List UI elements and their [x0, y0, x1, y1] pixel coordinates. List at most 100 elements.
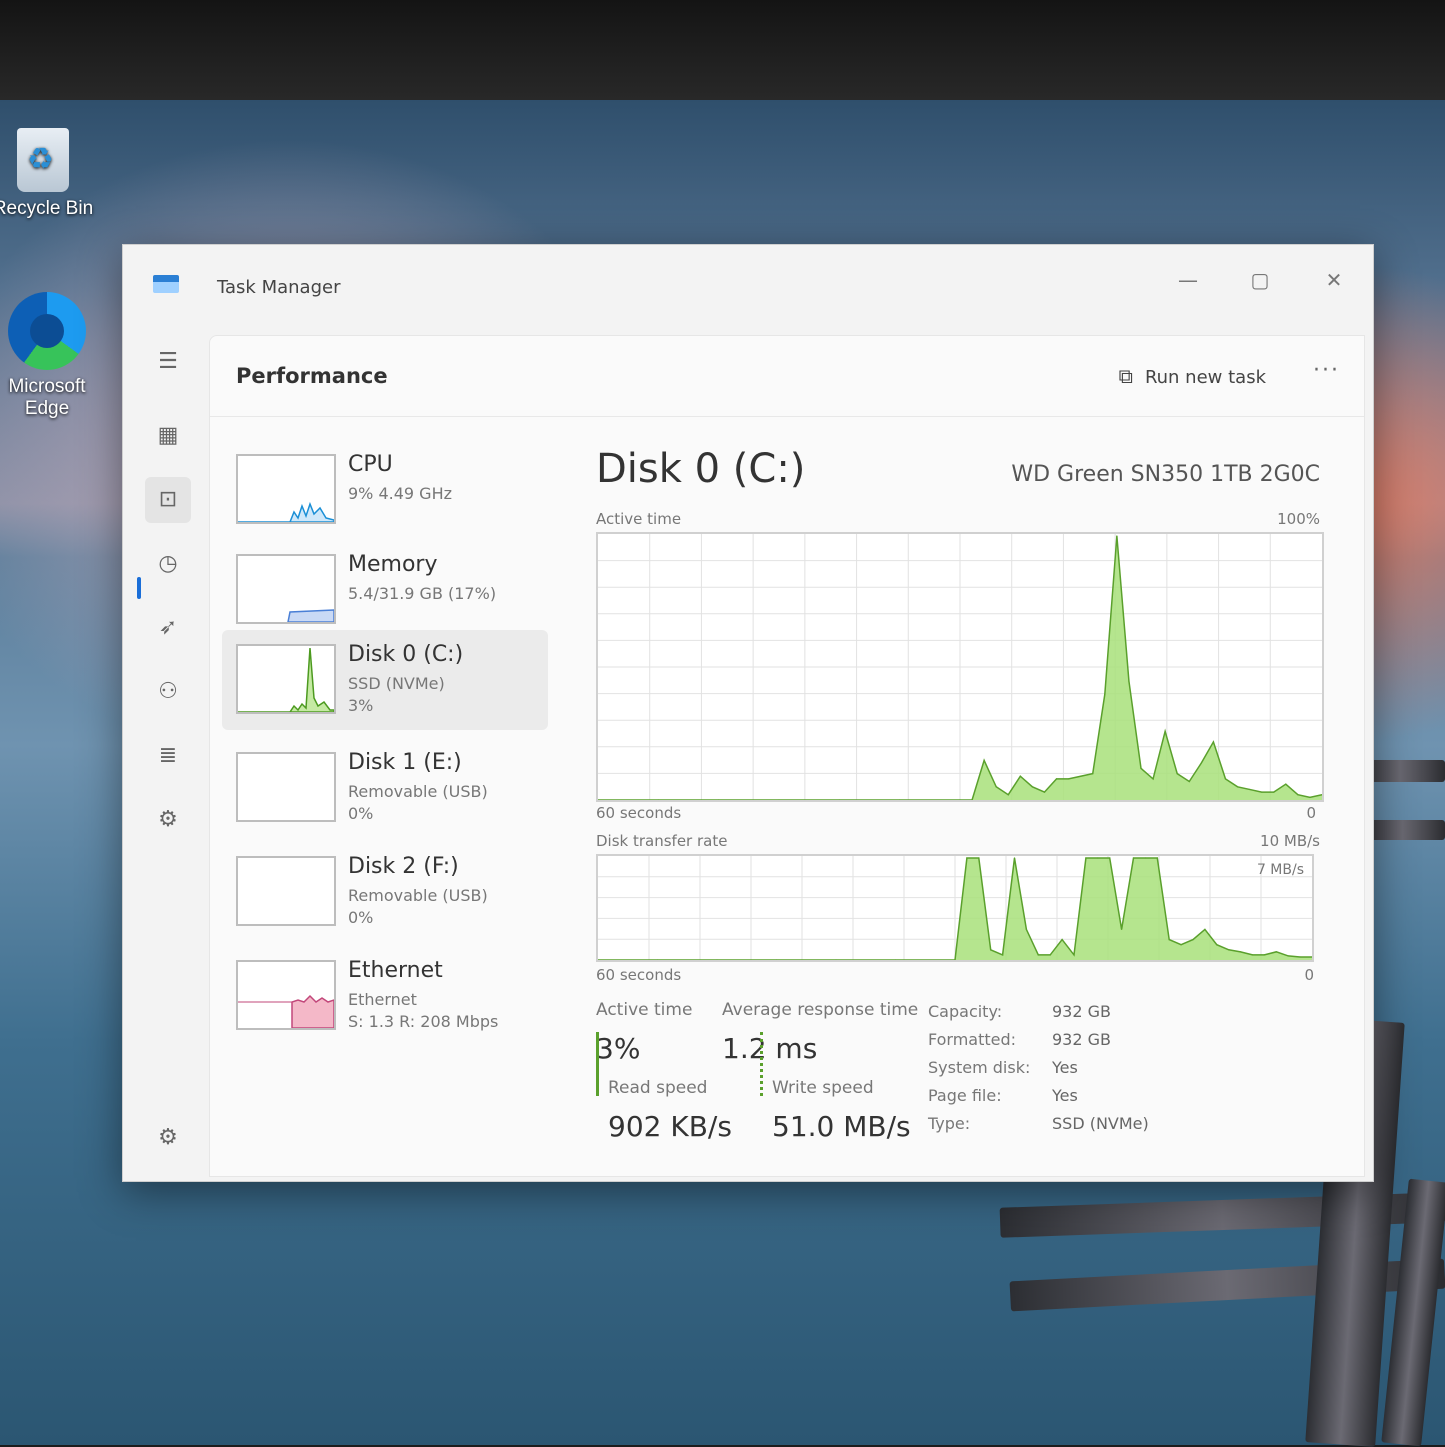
transfer-mid-label: 7 MB/s: [1256, 862, 1304, 878]
transfer-rate-chart-svg: [597, 856, 1313, 961]
device-throughput: S: 1.3 R: 208 Mbps: [348, 1012, 499, 1031]
maximize-button[interactable]: ▢: [1235, 263, 1285, 297]
desktop-icon-label: Microsoft Edge: [8, 376, 86, 419]
system-disk-label: System disk:: [928, 1058, 1031, 1077]
transfer-graph-label: Disk transfer rate: [596, 832, 728, 850]
disk-1-thumbnail-graph: [236, 752, 336, 822]
device-usage: 3%: [348, 696, 374, 715]
transfer-rate-point: [1180, 944, 1182, 946]
read-speed-value: 902 KB/s: [608, 1110, 732, 1143]
transfer-rate-point: [1073, 954, 1075, 956]
page-header: Performance ⧉ Run new task ···: [210, 336, 1364, 417]
device-name: Disk 2 (F:): [348, 854, 459, 879]
performance-pane: Performance ⧉ Run new task ··· CPU 9% 4.4…: [209, 335, 1365, 1177]
memory-thumbnail-graph: [236, 554, 336, 624]
performance-icon[interactable]: ⊡: [145, 477, 191, 523]
active-time-point: [1297, 794, 1299, 796]
transfer-rate-point: [1192, 939, 1194, 941]
active-time-graph: [596, 532, 1324, 802]
transfer-rate-point: [1097, 857, 1099, 859]
active-time-point: [1019, 775, 1021, 777]
cpu-thumbnail-graph: [236, 454, 336, 524]
device-item-memory[interactable]: Memory 5.4/31.9 GB (17%): [222, 540, 548, 640]
device-list: CPU 9% 4.49 GHz Memory 5.4/31.9 GB (17%)…: [210, 420, 550, 1160]
hamburger-menu-icon[interactable]: ☰: [145, 339, 191, 385]
active-time-point: [1176, 773, 1178, 775]
active-time-point: [1224, 778, 1227, 780]
detail-title: Disk 0 (C:): [596, 446, 806, 492]
device-item-disk-2[interactable]: Disk 2 (F:) Removable (USB) 0%: [222, 842, 548, 942]
active-time-point: [1068, 778, 1070, 780]
active-time-point: [1152, 778, 1154, 780]
active-time-point: [1043, 791, 1046, 793]
services-icon[interactable]: ⚙: [145, 797, 191, 843]
more-options-button[interactable]: ···: [1313, 358, 1340, 383]
device-item-ethernet[interactable]: Ethernet Ethernet S: 1.3 R: 208 Mbps: [222, 946, 548, 1046]
task-manager-app-icon: [153, 275, 179, 293]
active-time-max-label: 100%: [1277, 510, 1320, 528]
details-icon[interactable]: ≣: [145, 733, 191, 779]
transfer-rate-point: [990, 949, 992, 951]
active-time-point: [1140, 767, 1142, 769]
settings-icon[interactable]: ⚙: [145, 1115, 191, 1161]
disk-type-label: Type:: [928, 1114, 971, 1133]
active-time-point: [1200, 762, 1202, 764]
capacity-label: Capacity:: [928, 1002, 1003, 1021]
nav-rail: ☰ ▦ ⊡ ◷ ➶ ⚇ ≣ ⚙ ⚙: [123, 331, 209, 1181]
device-name: Memory: [348, 552, 438, 577]
device-name: CPU: [348, 452, 393, 477]
write-speed-value: 51.0 MB/s: [772, 1110, 911, 1143]
page-title: Performance: [236, 364, 388, 388]
run-new-task-button[interactable]: ⧉ Run new task: [1119, 364, 1266, 388]
desktop-icon-recycle-bin[interactable]: ♻ Recycle Bin: [0, 128, 98, 220]
active-time-point: [1261, 791, 1263, 793]
transfer-rate-point: [1061, 939, 1063, 941]
transfer-rate-point: [1287, 955, 1289, 957]
transfer-rate-point: [1121, 928, 1123, 930]
transfer-x-label: 60 seconds: [596, 966, 682, 984]
response-time-stat-label: Average response time: [722, 1000, 919, 1020]
transfer-rate-point: [1251, 954, 1254, 956]
active-time-point: [1031, 786, 1033, 788]
device-item-disk-1[interactable]: Disk 1 (E:) Removable (USB) 0%: [222, 738, 548, 838]
active-time-point: [1080, 775, 1082, 777]
title-bar[interactable]: Task Manager — ▢ ✕: [123, 245, 1373, 331]
active-time-stat-label: Active time: [596, 1000, 693, 1020]
active-time-point: [1007, 794, 1009, 796]
startup-apps-icon[interactable]: ➶: [145, 605, 191, 651]
transfer-rate-graph: 7 MB/s: [596, 854, 1314, 962]
response-time-stat-value: 1.2 ms: [722, 1032, 818, 1065]
device-name: Disk 0 (C:): [348, 642, 464, 667]
app-history-icon[interactable]: ◷: [145, 541, 191, 587]
transfer-rate-point: [1132, 857, 1135, 859]
active-time-point: [1104, 693, 1106, 695]
active-time-point: [1188, 780, 1190, 783]
run-task-icon: ⧉: [1118, 364, 1133, 388]
run-new-task-label: Run new task: [1144, 367, 1266, 388]
transfer-rate-point: [1144, 857, 1146, 859]
ethernet-thumbnail-graph: [236, 960, 336, 1030]
transfer-rate-point: [1109, 857, 1111, 859]
close-button[interactable]: ✕: [1309, 263, 1359, 297]
device-item-disk-0[interactable]: Disk 0 (C:) SSD (NVMe) 3%: [222, 630, 548, 730]
users-icon[interactable]: ⚇: [145, 669, 191, 715]
active-time-point: [1249, 788, 1251, 791]
write-speed-indicator: [760, 1032, 763, 1096]
disk-0-thumbnail-graph: [236, 644, 336, 714]
edge-icon: [8, 292, 86, 370]
formatted-value: 932 GB: [1052, 1030, 1111, 1049]
device-type: Ethernet: [348, 990, 417, 1009]
capacity-value: 932 GB: [1052, 1002, 1111, 1021]
transfer-rate-point: [1299, 956, 1301, 958]
transfer-rate-point: [1085, 857, 1087, 859]
desktop-icon-edge[interactable]: Microsoft Edge: [0, 292, 102, 420]
page-file-value: Yes: [1052, 1086, 1078, 1105]
active-time-point: [1128, 680, 1130, 682]
device-type: Removable (USB): [348, 886, 488, 905]
device-summary: 9% 4.49 GHz: [348, 484, 453, 503]
minimize-button[interactable]: —: [1163, 263, 1213, 297]
device-type: Removable (USB): [348, 782, 488, 801]
active-time-graph-label: Active time: [596, 510, 682, 528]
processes-icon[interactable]: ▦: [145, 413, 191, 459]
device-item-cpu[interactable]: CPU 9% 4.49 GHz: [222, 440, 548, 540]
